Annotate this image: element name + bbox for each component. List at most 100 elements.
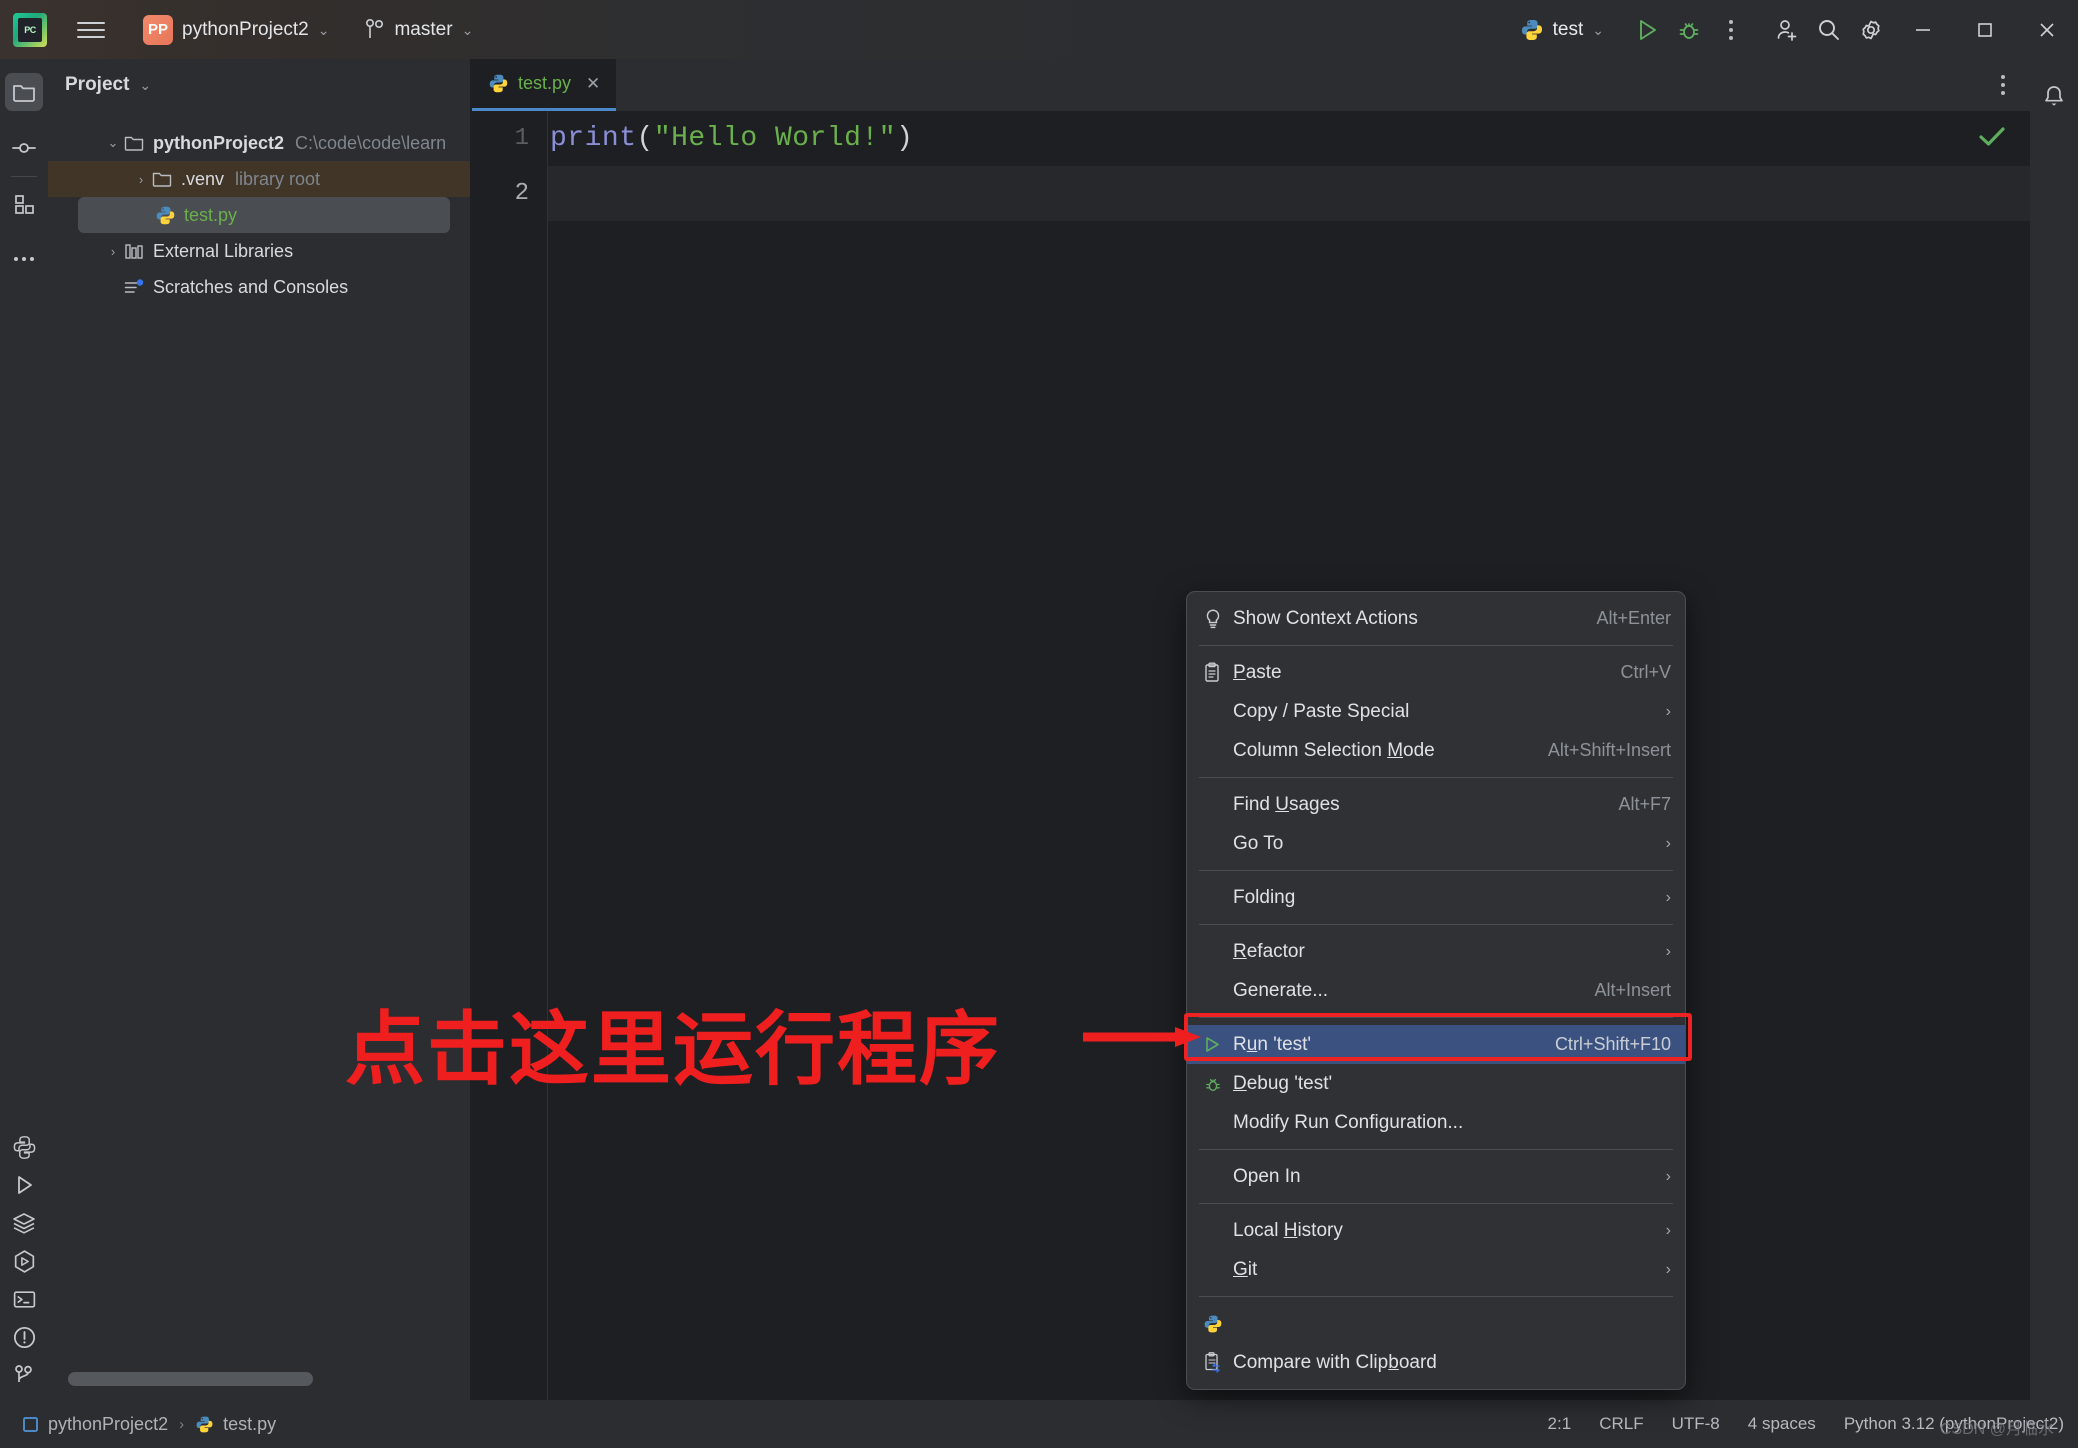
add-user-button[interactable]: [1766, 9, 1808, 51]
menu-item-debug-test[interactable]: Debug 'test': [1187, 1064, 1685, 1103]
sidebar-item-structure[interactable]: [5, 186, 43, 224]
menu-item-paste[interactable]: Paste Ctrl+V: [1187, 653, 1685, 692]
menu-item-accelerator: Alt+Insert: [1594, 980, 1671, 1001]
menu-item-git[interactable]: Git ›: [1187, 1250, 1685, 1289]
sidebar-item-services[interactable]: [5, 1204, 43, 1242]
inspection-status-badge[interactable]: [1976, 123, 2008, 156]
menu-item-modify-run-configuration[interactable]: Modify Run Configuration...: [1187, 1103, 1685, 1142]
submenu-chevron-icon: ›: [1666, 889, 1671, 907]
run-green-icon: [1203, 1035, 1233, 1054]
python-interpreter[interactable]: Python 3.12 (pythonProject2): [1844, 1414, 2064, 1434]
menu-item-refactor[interactable]: Refactor ›: [1187, 932, 1685, 971]
menu-item-run-test[interactable]: Run 'test' Ctrl+Shift+F10: [1187, 1025, 1685, 1064]
clipboard-icon: [1203, 662, 1233, 683]
menu-item-label: Compare with Clipboard: [1233, 1352, 1437, 1374]
breadcrumb: pythonProject2 › test.py: [22, 1414, 276, 1435]
editor-tab-label: test.py: [518, 73, 571, 94]
menu-item-copy-paste-special[interactable]: Copy / Paste Special ›: [1187, 692, 1685, 731]
library-icon: [123, 242, 145, 261]
git-branch-icon: [365, 18, 385, 42]
sidebar-horizontal-scrollbar[interactable]: [68, 1372, 438, 1386]
tree-item-library-root: library root: [235, 169, 320, 190]
project-widget[interactable]: PP pythonProject2 ⌄: [139, 11, 337, 49]
title-bar-left: PC PP pythonProject2 ⌄ master ⌄: [0, 0, 473, 59]
close-icon[interactable]: ✕: [586, 74, 600, 94]
python-console-icon: [11, 1248, 38, 1275]
menu-item-folding[interactable]: Folding ›: [1187, 878, 1685, 917]
twisty-collapsed-icon[interactable]: ›: [103, 244, 123, 259]
debug-button[interactable]: [1668, 9, 1710, 51]
editor-tab-options[interactable]: [1986, 59, 2020, 111]
twisty-collapsed-icon[interactable]: ›: [131, 172, 151, 187]
run-button[interactable]: [1626, 9, 1668, 51]
menu-item-go-to[interactable]: Go To ›: [1187, 824, 1685, 863]
commit-icon: [11, 135, 37, 161]
menu-separator: [1199, 1203, 1673, 1204]
status-bar: pythonProject2 › test.py 2:1 CRLF UTF-8 …: [0, 1400, 2078, 1448]
file-encoding[interactable]: UTF-8: [1672, 1414, 1720, 1434]
tree-item-scratches-and-consoles[interactable]: Scratches and Consoles: [48, 269, 470, 305]
chevron-down-icon[interactable]: ⌄: [139, 78, 151, 92]
line-separator[interactable]: CRLF: [1599, 1414, 1643, 1434]
more-actions-button[interactable]: [1710, 9, 1752, 51]
structure-icon: [11, 192, 37, 218]
menu-item-local-history[interactable]: Local History ›: [1187, 1211, 1685, 1250]
sidebar-item-version-control[interactable]: [5, 1356, 43, 1394]
minimize-button[interactable]: [1892, 0, 1954, 59]
code-token-open-paren: (: [637, 123, 654, 154]
code-line-2: [550, 166, 2030, 221]
chevron-down-icon: ⌄: [462, 23, 474, 37]
menu-item-compare-with-clipboard[interactable]: Compare with Clipboard: [1187, 1343, 1685, 1382]
line-number-gutter: 1 2: [472, 111, 547, 1400]
project-folder-icon: [11, 79, 37, 105]
menu-item-accelerator: Ctrl+Shift+F10: [1555, 1034, 1671, 1055]
search-button[interactable]: [1808, 9, 1850, 51]
settings-button[interactable]: [1850, 9, 1892, 51]
close-button[interactable]: [2016, 0, 2078, 59]
branch-widget[interactable]: master ⌄: [365, 18, 473, 42]
gutter-divider: [547, 111, 548, 1400]
code-line-1: print("Hello World!"): [550, 111, 2030, 166]
menu-item-label: Git: [1233, 1259, 1257, 1281]
menu-item-generate[interactable]: Generate... Alt+Insert: [1187, 971, 1685, 1010]
breadcrumb-project[interactable]: pythonProject2: [22, 1414, 168, 1435]
tree-item-test-py[interactable]: test.py: [78, 197, 450, 233]
run-configuration-label: test: [1553, 19, 1584, 41]
sidebar-item-more-tools[interactable]: [5, 240, 43, 278]
notifications-button[interactable]: [2030, 69, 2078, 125]
menu-separator: [1199, 1149, 1673, 1150]
menu-separator: [1199, 870, 1673, 871]
menu-item-column-selection-mode[interactable]: Column Selection Mode Alt+Shift+Insert: [1187, 731, 1685, 770]
sidebar-item-run[interactable]: [5, 1166, 43, 1204]
main-menu-icon[interactable]: [77, 16, 105, 44]
editor-tab-bar: test.py ✕: [472, 59, 2030, 111]
sidebar-item-project[interactable]: [5, 73, 43, 111]
tree-item-venv[interactable]: › .venv library root: [48, 161, 470, 197]
sidebar-item-python-console[interactable]: [5, 1242, 43, 1280]
caret-position[interactable]: 2:1: [1548, 1414, 1572, 1434]
breadcrumb-file[interactable]: test.py: [195, 1414, 276, 1435]
menu-item-run-file-in-python-console[interactable]: [1187, 1304, 1685, 1343]
twisty-expanded-icon[interactable]: ⌄: [103, 135, 123, 151]
maximize-icon: [1974, 19, 1996, 41]
sidebar-item-problems[interactable]: [5, 1318, 43, 1356]
menu-item-open-in[interactable]: Open In ›: [1187, 1157, 1685, 1196]
sidebar-item-python-packages[interactable]: [5, 1128, 43, 1166]
menu-item-show-context-actions[interactable]: Show Context Actions Alt+Enter: [1187, 599, 1685, 638]
run-configuration-widget[interactable]: test ⌄: [1512, 15, 1612, 45]
menu-item-label: Generate...: [1233, 980, 1328, 1002]
sidebar-item-commit[interactable]: [5, 129, 43, 167]
terminal-icon: [11, 1286, 38, 1313]
sidebar-item-terminal[interactable]: [5, 1280, 43, 1318]
menu-item-find-usages[interactable]: Find Usages Alt+F7: [1187, 785, 1685, 824]
problems-icon: [11, 1324, 38, 1351]
maximize-button[interactable]: [1954, 0, 2016, 59]
editor-tab-test-py[interactable]: test.py ✕: [472, 59, 616, 111]
gear-icon: [1857, 16, 1885, 44]
editor-context-menu[interactable]: Show Context Actions Alt+Enter Paste Ctr…: [1186, 591, 1686, 1390]
tree-item-external-libraries[interactable]: › External Libraries: [48, 233, 470, 269]
tree-item-pythonProject2[interactable]: ⌄ pythonProject2 C:\code\code\learn: [48, 125, 470, 161]
tree-item-label: .venv: [181, 169, 224, 190]
indent-setting[interactable]: 4 spaces: [1748, 1414, 1816, 1434]
python-file-icon: [1520, 18, 1544, 42]
